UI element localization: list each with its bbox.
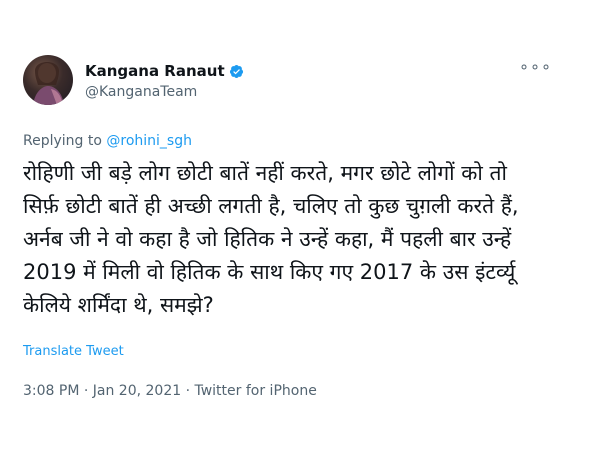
replying-prefix: Replying to (23, 133, 107, 149)
tweet-card: Kangana Ranaut @KanganaTeam ∘∘∘ Replying… (0, 0, 600, 450)
tweet-text: रोहिणी जी बड़े लोग छोटी बातें नहीं करते,… (23, 157, 583, 322)
user-handle[interactable]: @KanganaTeam (85, 82, 244, 102)
tweet-line: रोहिणी जी बड़े लोग छोटी बातें नहीं करते,… (23, 161, 507, 185)
display-name[interactable]: Kangana Ranaut (85, 61, 225, 81)
verified-badge-icon (229, 64, 243, 78)
tweet-line: सिर्फ़ छोटी बातें ही अच्छी लगती है, चलिए… (23, 194, 519, 218)
tweet-line: अर्नब जी ने वो कहा है जो हितिक ने उन्हें… (23, 227, 512, 251)
translate-tweet-link[interactable]: Translate Tweet (23, 343, 124, 361)
reply-mention-link[interactable]: @rohini_sgh (106, 133, 192, 149)
tweet-line: केलिये शर्मिंदा थे, समझे? (23, 293, 214, 317)
more-horizontal-icon[interactable]: ∘∘∘ (519, 59, 552, 75)
tweet-line: 2019 में मिली वो हितिक के साथ किए गए 201… (23, 260, 516, 284)
tweet-header: Kangana Ranaut @KanganaTeam ∘∘∘ (23, 55, 560, 113)
avatar-image (33, 62, 64, 105)
name-block: Kangana Ranaut @KanganaTeam (85, 61, 244, 102)
replying-to: Replying to @rohini_sgh (23, 131, 192, 151)
avatar[interactable] (23, 55, 73, 105)
tweet-metadata[interactable]: 3:08 PM · Jan 20, 2021 · Twitter for iPh… (23, 381, 317, 401)
display-name-row: Kangana Ranaut (85, 61, 244, 81)
